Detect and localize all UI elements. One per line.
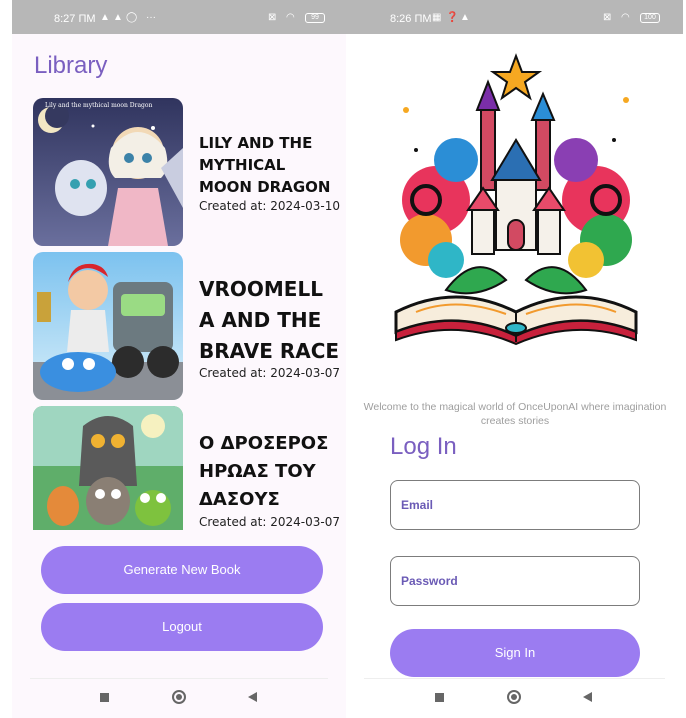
book-created-date: Created at: 2024-03-07 (199, 366, 340, 380)
generate-new-book-button[interactable]: Generate New Book (41, 546, 323, 594)
book-title-line: BRAVE RACE (199, 339, 340, 363)
book-card[interactable]: Lily and the mythical moon Dragon LILY A… (33, 98, 343, 248)
cover-caption: Lily and the mythical moon Dragon (45, 102, 153, 109)
warning-icon: ▲ (460, 12, 470, 23)
home-icon[interactable] (507, 690, 521, 704)
divider (30, 678, 328, 679)
more-icon: ··· (146, 12, 156, 23)
login-screen: 8:26 ΠΜ ▦ ❓ ▲ ⊠ ◠ 100 Welcome to the mag… (346, 0, 683, 718)
storybook-illustration (386, 50, 646, 350)
password-field-container[interactable] (390, 556, 640, 606)
whatsapp-icon: ◯ (126, 12, 138, 23)
no-sim-icon: ⊠ (268, 12, 277, 23)
logout-button[interactable]: Logout (41, 603, 323, 651)
status-bar: 8:26 ΠΜ ▦ ❓ ▲ ⊠ ◠ 100 (346, 0, 683, 34)
book-title-line: VROOMELL (199, 277, 323, 301)
back-icon[interactable] (248, 692, 257, 702)
status-time: 8:26 ΠΜ (390, 13, 432, 25)
login-title: Log In (390, 433, 457, 460)
book-created-date: Created at: 2024-03-10 (199, 199, 340, 213)
system-nav-bar (12, 678, 346, 718)
recent-apps-icon[interactable] (100, 693, 109, 702)
welcome-text: Welcome to the magical world of OnceUpon… (363, 401, 667, 427)
page-title: Library (34, 52, 108, 79)
help-icon: ❓ (446, 12, 459, 23)
divider (364, 678, 665, 679)
wifi-icon: ◠ (621, 12, 630, 23)
book-cover-image (33, 406, 183, 530)
email-field[interactable] (401, 481, 629, 529)
no-sim-icon: ⊠ (603, 12, 612, 23)
book-title-line: ΗΡΩΑΣ ΤΟΥ (199, 461, 316, 482)
sign-in-button[interactable]: Sign In (390, 629, 640, 677)
book-cover-image (33, 252, 183, 400)
book-title: VROOMELL A AND THE BRAVE RACE (199, 274, 339, 367)
status-time: 8:27 ΠΜ (54, 13, 96, 25)
wifi-icon: ◠ (286, 12, 295, 23)
recent-apps-icon[interactable] (435, 693, 444, 702)
status-bar: 8:27 ΠΜ ▲ ▲ ◯ ··· ⊠ ◠ 99 (12, 0, 346, 34)
system-nav-bar (346, 678, 683, 718)
warning-icon: ▲ (113, 12, 123, 23)
book-title-line: Ο ΔΡΟΣΕΡΟΣ (199, 433, 329, 454)
book-card[interactable]: VROOMELL A AND THE BRAVE RACE Created at… (33, 252, 343, 402)
book-title-line: LILY AND THE (199, 134, 313, 152)
home-icon[interactable] (172, 690, 186, 704)
email-field-container[interactable] (390, 480, 640, 530)
book-title-line: A AND THE (199, 308, 322, 332)
library-screen: 8:27 ΠΜ ▲ ▲ ◯ ··· ⊠ ◠ 99 Library Lily an… (12, 0, 346, 718)
book-title-line: ΔΑΣΟΥΣ (199, 489, 280, 510)
book-created-date: Created at: 2024-03-07 (199, 515, 340, 529)
book-title: Ο ΔΡΟΣΕΡΟΣ ΗΡΩΑΣ ΤΟΥ ΔΑΣΟΥΣ (199, 430, 328, 514)
password-field[interactable] (401, 557, 629, 605)
battery-icon: 100 (640, 13, 660, 23)
book-title-line: MYTHICAL (199, 156, 286, 174)
battery-icon: 99 (305, 13, 325, 23)
book-title-line: MOON DRAGON (199, 178, 331, 196)
book-cover-image: Lily and the mythical moon Dragon (33, 98, 183, 246)
back-icon[interactable] (583, 692, 592, 702)
qr-icon: ▦ (432, 12, 442, 23)
book-card[interactable]: Ο ΔΡΟΣΕΡΟΣ ΗΡΩΑΣ ΤΟΥ ΔΑΣΟΥΣ Created at: … (33, 406, 343, 530)
book-title: LILY AND THE MYTHICAL MOON DRAGON (199, 132, 330, 198)
warning-icon: ▲ (100, 12, 110, 23)
